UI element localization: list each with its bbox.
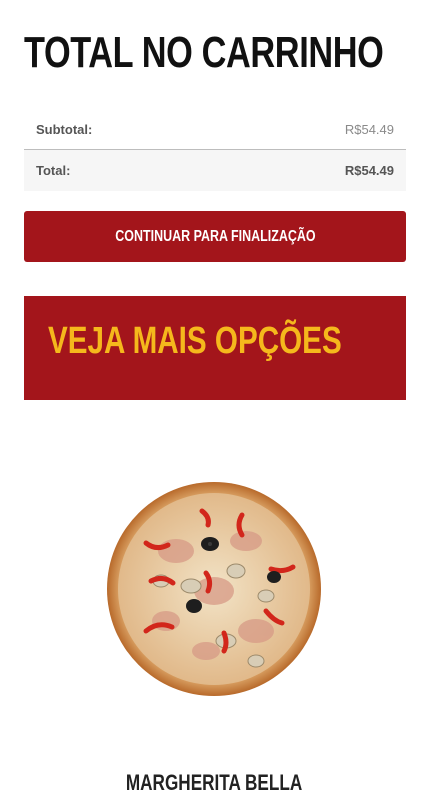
cart-totals-title: TOTAL NO CARRINHO bbox=[24, 28, 384, 77]
subtotal-label: Subtotal: bbox=[36, 121, 93, 137]
total-value: R$54.49 bbox=[344, 163, 394, 178]
total-label: Total: bbox=[36, 163, 71, 178]
pizza-image[interactable] bbox=[106, 481, 322, 697]
more-options-banner[interactable]: VEJA MAIS OPÇÕES bbox=[24, 296, 406, 400]
total-row: Total: R$54.49 bbox=[24, 150, 406, 191]
more-options-heading: VEJA MAIS OPÇÕES bbox=[48, 320, 342, 362]
subtotal-row: Subtotal: R$54.49 bbox=[24, 109, 406, 150]
proceed-to-checkout-button[interactable]: CONTINUAR PARA FINALIZAÇÃO bbox=[24, 211, 406, 262]
subtotal-value: R$54.49 bbox=[344, 121, 394, 137]
cart-page: TOTAL NO CARRINHO Subtotal: R$54.49 Tota… bbox=[0, 0, 421, 796]
cart-totals-table: Subtotal: R$54.49 Total: R$54.49 bbox=[24, 109, 406, 191]
checkout-button-label: CONTINUAR PARA FINALIZAÇÃO bbox=[114, 227, 316, 245]
pizza-illustration bbox=[107, 482, 321, 696]
product-name-text: MARGHERITA BELLA bbox=[126, 770, 303, 795]
product-name[interactable]: MARGHERITA BELLA bbox=[0, 770, 421, 796]
